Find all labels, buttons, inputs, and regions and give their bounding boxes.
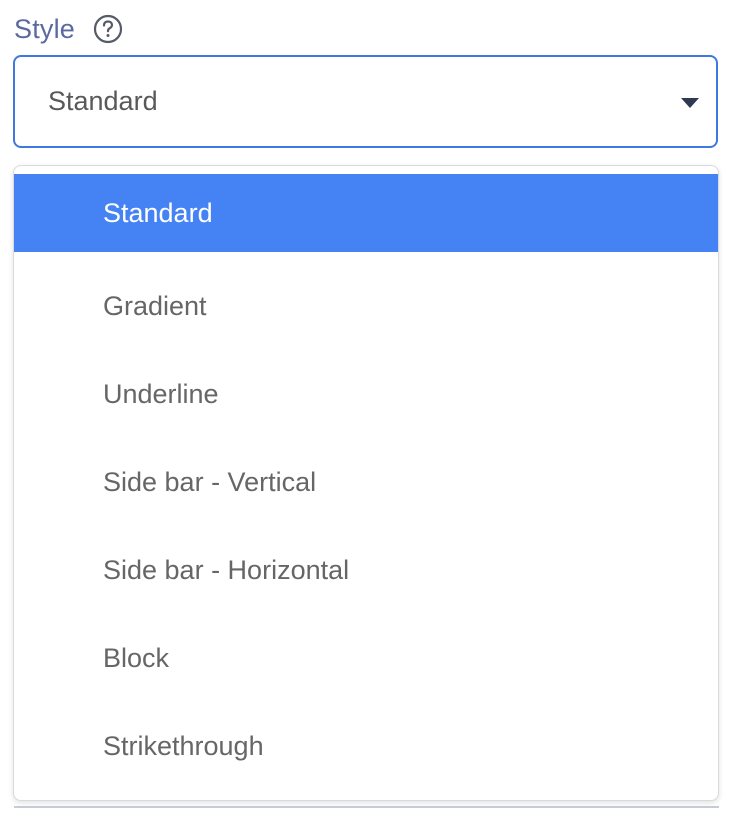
style-dropdown-menu: Standard Gradient Underline Side bar - V… bbox=[13, 165, 719, 801]
select-value: Standard bbox=[48, 86, 158, 116]
field-label: Style bbox=[14, 13, 76, 44]
caret-down-icon bbox=[681, 98, 699, 108]
style-select[interactable]: Standard bbox=[13, 55, 718, 148]
option-underline[interactable]: Underline bbox=[14, 350, 718, 438]
option-block[interactable]: Block bbox=[14, 614, 718, 702]
option-side-bar-vertical[interactable]: Side bar - Vertical bbox=[14, 438, 718, 526]
style-field-header: Style bbox=[14, 10, 123, 48]
option-standard[interactable]: Standard bbox=[14, 174, 718, 252]
option-gradient[interactable]: Gradient bbox=[14, 262, 718, 350]
partially-hidden-divider bbox=[14, 806, 719, 808]
option-strikethrough[interactable]: Strikethrough bbox=[14, 702, 718, 790]
option-side-bar-horizontal[interactable]: Side bar - Horizontal bbox=[14, 526, 718, 614]
question-circle-icon[interactable] bbox=[93, 14, 123, 44]
